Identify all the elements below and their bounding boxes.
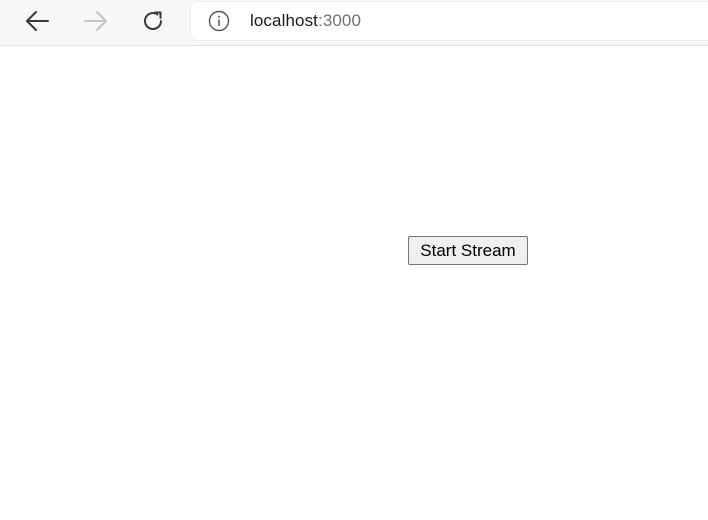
arrow-left-icon <box>26 11 49 31</box>
address-bar[interactable]: localhost:3000 <box>191 2 708 40</box>
arrow-right-icon <box>84 11 107 31</box>
forward-button[interactable] <box>79 5 113 37</box>
page-content: Start Stream <box>0 46 708 520</box>
url-port: :3000 <box>318 11 362 30</box>
start-stream-button[interactable]: Start Stream <box>408 236 528 265</box>
reload-icon <box>144 11 162 30</box>
url-host: localhost <box>250 11 318 30</box>
url-text[interactable]: localhost:3000 <box>250 11 361 31</box>
browser-toolbar: localhost:3000 <box>0 0 708 46</box>
reload-button[interactable] <box>136 5 170 37</box>
info-circle-icon[interactable] <box>208 10 230 32</box>
back-button[interactable] <box>20 5 54 37</box>
